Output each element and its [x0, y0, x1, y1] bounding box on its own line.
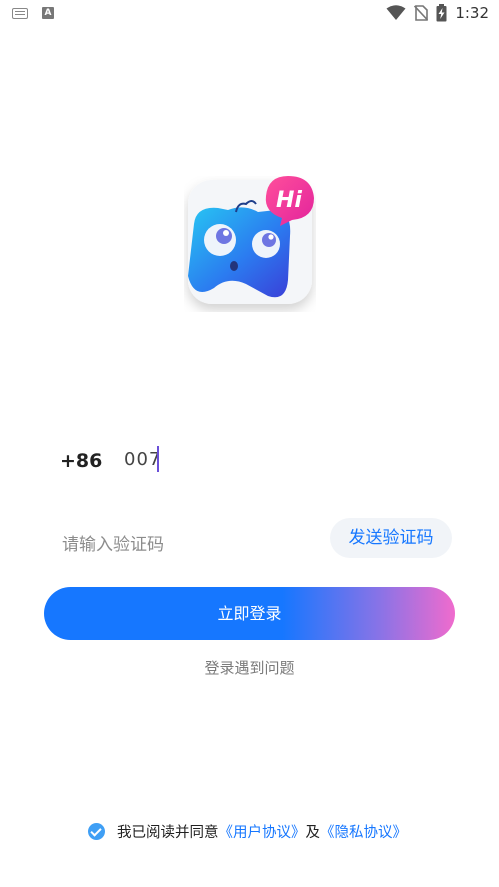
a-icon: A	[42, 7, 54, 19]
keyboard-icon	[12, 7, 28, 19]
agreement-row: 我已阅读并同意 《用户协议》 及 《隐私协议》	[88, 820, 407, 842]
code-input-row: 请输入验证码 发送验证码	[60, 518, 452, 560]
no-sim-icon	[414, 5, 429, 21]
verification-code-input[interactable]: 请输入验证码	[62, 530, 164, 555]
user-agreement-link[interactable]: 《用户协议》	[219, 821, 306, 842]
phone-input[interactable]: 007	[124, 449, 161, 470]
send-code-button[interactable]: 发送验证码	[330, 518, 452, 558]
logo-badge-text: Hi	[276, 188, 302, 213]
status-left: A	[12, 7, 54, 19]
status-right: 1:32	[386, 4, 489, 22]
phone-input-row[interactable]: +86 007	[60, 444, 450, 480]
app-logo: Hi	[188, 176, 314, 304]
clock: 1:32	[455, 4, 489, 22]
privacy-policy-link[interactable]: 《隐私协议》	[320, 821, 407, 842]
country-code-selector[interactable]: +86	[60, 450, 102, 472]
battery-charging-icon	[436, 4, 447, 22]
wifi-icon	[386, 5, 406, 20]
agreement-conjunction: 及	[305, 824, 321, 841]
text-caret	[157, 446, 159, 472]
login-button[interactable]: 立即登录	[44, 587, 455, 640]
login-help-link[interactable]: 登录遇到问题	[0, 657, 499, 678]
agreement-checkbox[interactable]	[88, 822, 105, 840]
status-bar: A 1:32	[0, 0, 499, 28]
agreement-prefix: 我已阅读并同意	[117, 824, 219, 841]
